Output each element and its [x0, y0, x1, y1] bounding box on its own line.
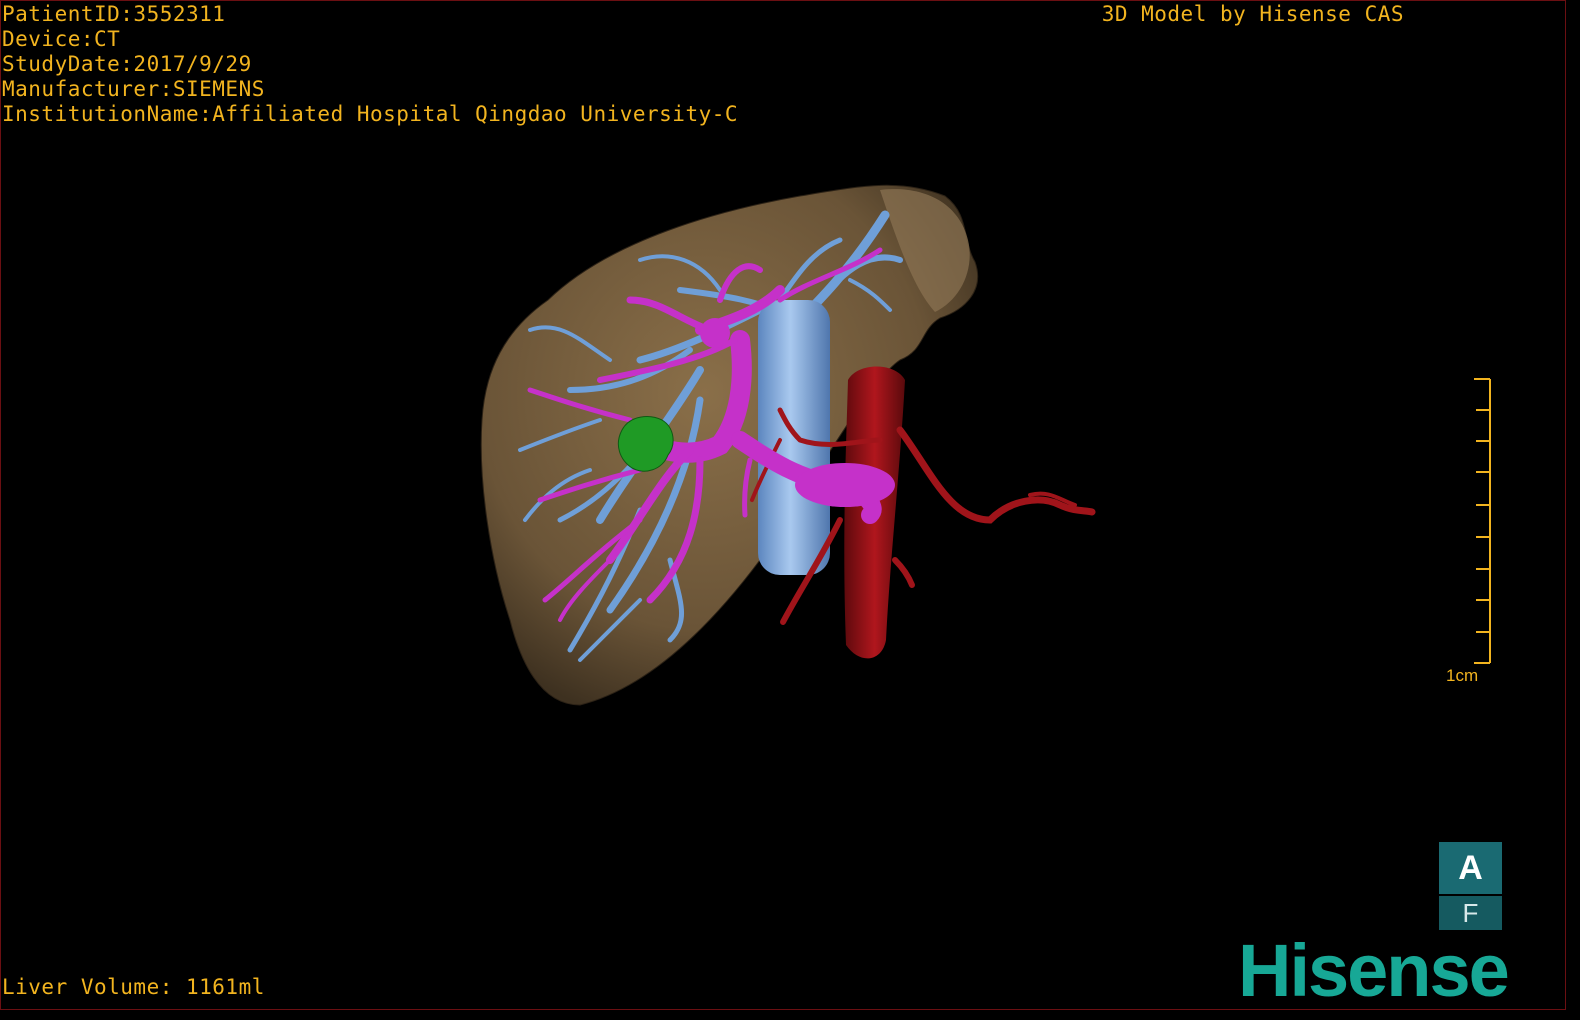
institution-name: InstitutionName:Affiliated Hospital Qing…	[2, 102, 739, 126]
liver-volume: Liver Volume: 1161ml	[2, 975, 265, 999]
orientation-foot-label: F	[1439, 894, 1502, 930]
scale-bar	[1474, 378, 1491, 664]
orientation-anterior-label: A	[1439, 842, 1502, 894]
study-date: StudyDate:2017/9/29	[2, 52, 252, 76]
portal-vein-trunk	[795, 463, 895, 507]
inferior-vena-cava	[758, 300, 830, 575]
patient-info-overlay: PatientID:3552311 Device:CT StudyDate:20…	[2, 2, 738, 127]
portal-vein-confluence	[700, 318, 730, 348]
3d-liver-model-viewport[interactable]	[0, 0, 1580, 1020]
patient-id: PatientID:3552311	[2, 2, 226, 26]
hisense-logo: Hisense	[1238, 929, 1510, 1012]
orientation-cube[interactable]: A F	[1439, 842, 1502, 930]
model-credit: 3D Model by Hisense CAS	[1101, 2, 1404, 26]
scale-bar-label: 1cm	[1446, 666, 1479, 685]
manufacturer: Manufacturer:SIEMENS	[2, 77, 265, 101]
device: Device:CT	[2, 27, 121, 51]
